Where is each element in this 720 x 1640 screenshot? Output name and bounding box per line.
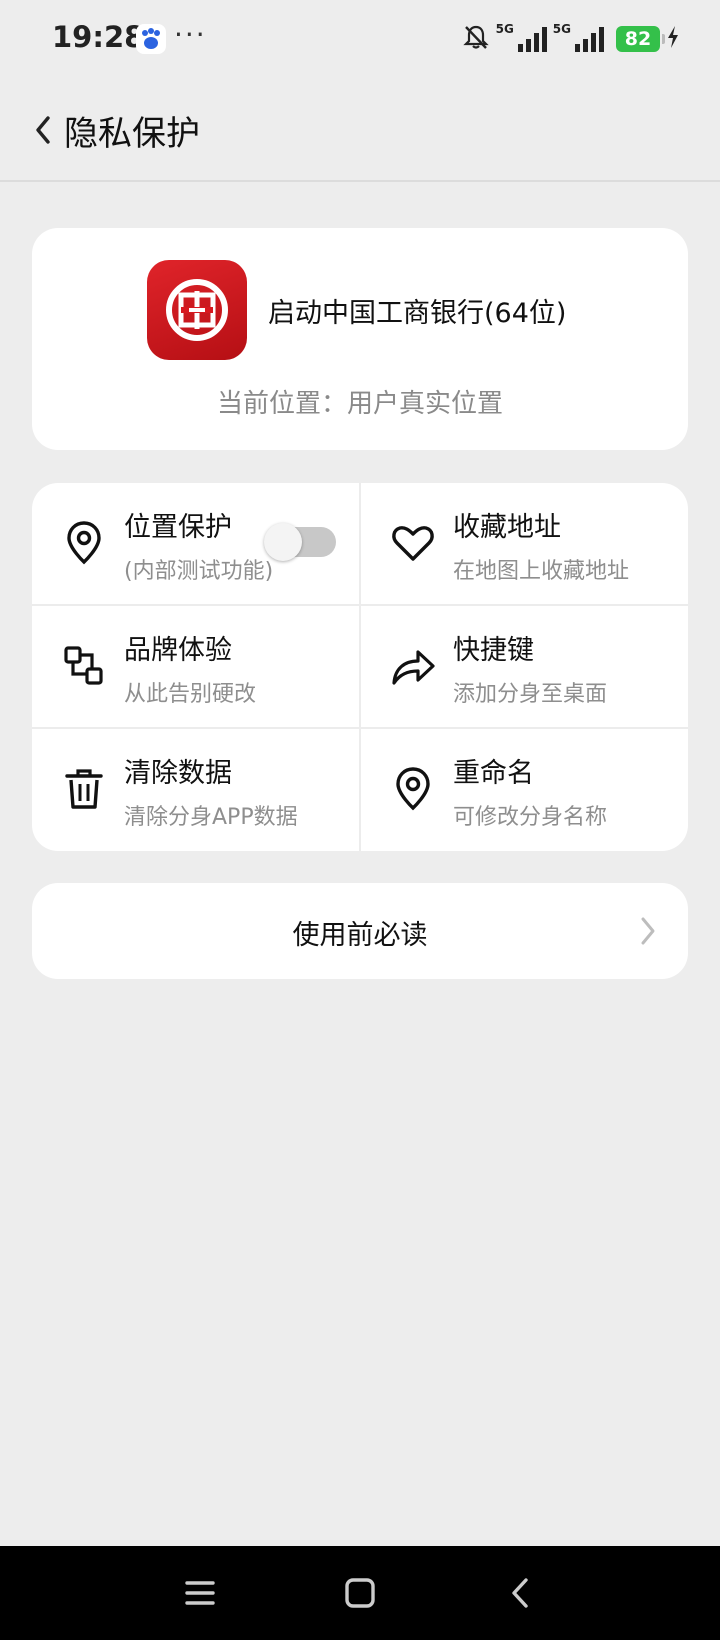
feature-clear-data[interactable]: 清除数据 清除分身APP数据 [32,729,359,851]
feature-title: 清除数据 [124,758,232,789]
feature-subtitle: 从此告别硬改 [124,682,257,707]
brand-swap-icon [60,642,108,690]
charging-bolt-icon [666,25,680,53]
feature-subtitle: 可修改分身名称 [453,805,608,830]
back-button[interactable] [26,102,60,158]
menu-icon [185,1581,215,1605]
home-square-icon [345,1578,375,1608]
read-before-use-button[interactable]: 使用前必读 [32,883,688,979]
feature-title: 收藏地址 [453,512,561,543]
nav-home-button[interactable] [335,1568,385,1618]
app-launch-name[interactable]: 启动中国工商银行(64位) [268,291,566,330]
icbc-logo-icon[interactable] [147,260,247,360]
feature-title: 品牌体验 [124,635,232,666]
system-nav-bar [0,1546,720,1640]
location-pin-icon [60,519,108,567]
app-info-card: 启动中国工商银行(64位) 当前位置：用户真实位置 [32,228,688,450]
location-pin-icon [389,765,437,813]
location-protection-toggle[interactable] [264,523,336,561]
feature-subtitle: (内部测试功能) [124,559,274,584]
heart-icon [389,519,437,567]
top-bar: 隐私保护 [0,80,720,182]
share-arrow-icon [389,642,437,690]
status-more-icon: ··· [174,18,207,51]
chevron-right-icon [641,917,655,945]
feature-title: 重命名 [453,758,534,789]
feature-title: 位置保护 [124,512,232,543]
feature-favorite-address[interactable]: 收藏地址 在地图上收藏地址 [361,483,688,605]
status-bar: 19:28 ··· 5G 5G 82 [0,0,720,80]
feature-grid: 位置保护 (内部测试功能) 收藏地址 在地图上收藏地址 品牌体验 从此告别硬改 [32,483,688,851]
toggle-knob [264,523,302,561]
status-time: 19:28 [52,20,145,54]
notice-label: 使用前必读 [292,920,428,951]
nav-back-button[interactable] [495,1568,545,1618]
mute-bell-icon [462,23,490,55]
feature-shortcut[interactable]: 快捷键 添加分身至桌面 [361,606,688,728]
back-arrow-icon [512,1578,528,1608]
signal-icon [575,26,604,52]
feature-subtitle: 添加分身至桌面 [453,682,608,707]
nav-menu-button[interactable] [175,1568,225,1618]
trash-icon [60,765,108,813]
feature-brand-experience[interactable]: 品牌体验 从此告别硬改 [32,606,359,728]
current-location-text: 当前位置：用户真实位置 [216,389,503,419]
signal-icon [517,26,547,52]
battery-level: 82 [616,26,665,52]
feature-rename[interactable]: 重命名 可修改分身名称 [361,729,688,851]
baidu-paw-icon [136,24,166,54]
chevron-left-icon [36,116,50,144]
feature-title: 快捷键 [453,635,534,666]
feature-subtitle: 在地图上收藏地址 [453,559,630,584]
network-type-1: 5G [495,22,514,36]
page-title: 隐私保护 [64,114,200,154]
feature-location-protection[interactable]: 位置保护 (内部测试功能) [32,483,359,605]
feature-subtitle: 清除分身APP数据 [124,805,298,830]
network-type-2: 5G [552,22,571,36]
